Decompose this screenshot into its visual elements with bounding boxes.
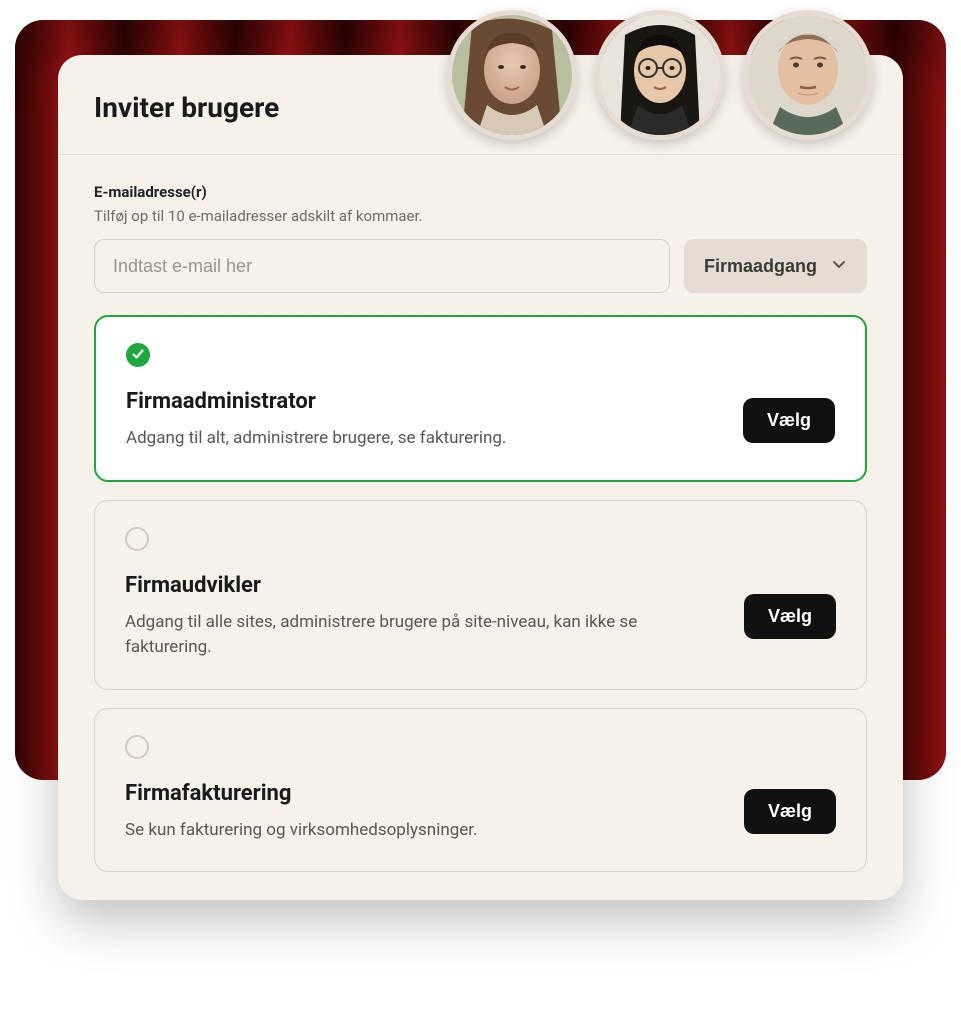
role-card-billing[interactable]: Firmafakturering Se kun fakturering og v…	[94, 708, 867, 873]
avatar	[743, 10, 873, 140]
email-label: E-mailadresse(r)	[94, 183, 867, 201]
avatar	[595, 10, 725, 140]
select-button[interactable]: Vælg	[744, 594, 836, 639]
email-input[interactable]	[94, 239, 670, 293]
radio-checked[interactable]	[126, 343, 150, 367]
radio-unchecked[interactable]	[125, 527, 149, 551]
role-description: Adgang til alt, administrere brugere, se…	[126, 426, 646, 452]
check-icon	[131, 346, 145, 365]
dropdown-label: Firmaadgang	[704, 256, 817, 277]
avatar	[447, 10, 577, 140]
avatar-row	[447, 10, 873, 140]
select-button[interactable]: Vælg	[744, 789, 836, 834]
role-description: Se kun fakturering og virksomhedsoplysni…	[125, 818, 645, 844]
role-title: Firmaudvikler	[125, 573, 724, 598]
access-dropdown[interactable]: Firmaadgang	[684, 239, 867, 293]
radio-unchecked[interactable]	[125, 735, 149, 759]
email-hint: Tilføj op til 10 e-mailadresser adskilt …	[94, 207, 867, 225]
role-title: Firmafakturering	[125, 781, 724, 806]
input-row: Firmaadgang	[94, 239, 867, 293]
chevron-down-icon	[831, 256, 847, 277]
role-card-developer[interactable]: Firmaudvikler Adgang til alle sites, adm…	[94, 500, 867, 690]
roles-list: Firmaadministrator Adgang til alt, admin…	[58, 293, 903, 872]
email-section: E-mailadresse(r) Tilføj op til 10 e-mail…	[58, 155, 903, 293]
role-title: Firmaadministrator	[126, 389, 723, 414]
role-card-admin[interactable]: Firmaadministrator Adgang til alt, admin…	[94, 315, 867, 482]
select-button[interactable]: Vælg	[743, 398, 835, 443]
role-description: Adgang til alle sites, administrere brug…	[125, 610, 645, 661]
invite-users-card: Inviter brugere E-mailadresse(r) Tilføj …	[58, 55, 903, 900]
